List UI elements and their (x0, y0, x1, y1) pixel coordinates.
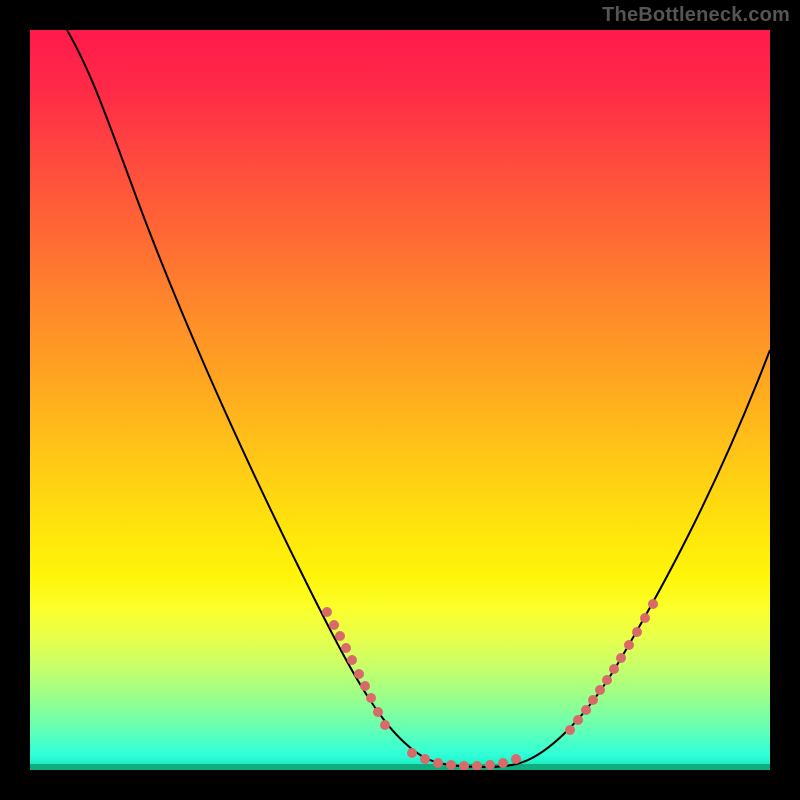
bottleneck-curve (67, 30, 770, 767)
highlight-dots (322, 599, 658, 770)
chart-svg-layer (30, 30, 770, 770)
chart-area (30, 30, 770, 770)
watermark-text: TheBottleneck.com (602, 4, 790, 27)
